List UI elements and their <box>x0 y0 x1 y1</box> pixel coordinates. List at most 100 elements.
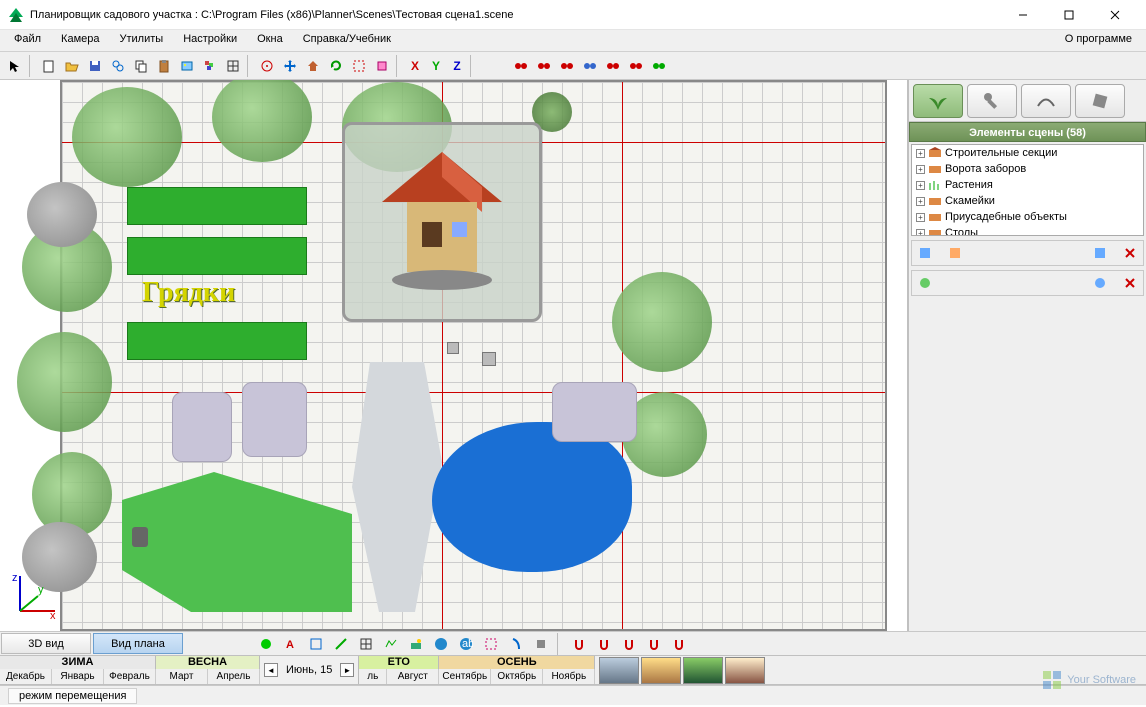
season-summer: ЕТО <box>359 656 439 669</box>
expand-icon[interactable]: + <box>916 181 925 190</box>
season-timeline[interactable]: ЗИМА Декабрь Январь Февраль ВЕСНА Март А… <box>0 655 1146 685</box>
tab-objects-icon[interactable] <box>1075 84 1125 118</box>
home-icon[interactable] <box>302 55 324 77</box>
month[interactable]: Ноябрь <box>543 669 595 684</box>
bottom-icon[interactable] <box>305 633 327 655</box>
month[interactable]: Январь <box>52 669 104 684</box>
copy-icon[interactable] <box>130 55 152 77</box>
tool-icon[interactable] <box>371 55 393 77</box>
view-plan-tab[interactable]: Вид плана <box>93 633 183 654</box>
month[interactable]: Март <box>156 669 208 684</box>
bottom-icon[interactable] <box>355 633 377 655</box>
design-canvas[interactable]: Грядки x <box>0 80 908 631</box>
bottom-icon[interactable] <box>405 633 427 655</box>
tab-shapes-icon[interactable] <box>1021 84 1071 118</box>
close-button[interactable] <box>1092 0 1138 30</box>
panel-btn-1[interactable] <box>914 242 936 264</box>
magnet-icon[interactable] <box>568 633 590 655</box>
magnet-icon[interactable] <box>668 633 690 655</box>
month[interactable]: Август <box>387 669 439 684</box>
bottom-icon[interactable] <box>255 633 277 655</box>
expand-icon[interactable]: + <box>916 165 925 174</box>
watermark: Your Software <box>1041 669 1136 691</box>
menu-camera[interactable]: Камера <box>51 30 109 51</box>
move-icon[interactable] <box>279 55 301 77</box>
magnet-icon[interactable] <box>618 633 640 655</box>
bottom-icon[interactable]: A <box>280 633 302 655</box>
thumb[interactable] <box>725 657 765 684</box>
bottom-icon[interactable] <box>480 633 502 655</box>
season-winter: ЗИМА <box>0 656 156 669</box>
menu-utilities[interactable]: Утилиты <box>110 30 174 51</box>
expand-icon[interactable]: + <box>916 149 925 158</box>
target-icon[interactable] <box>256 55 278 77</box>
visibility-icon-7[interactable] <box>648 55 670 77</box>
bottom-icon[interactable]: abc <box>455 633 477 655</box>
image-icon[interactable] <box>176 55 198 77</box>
app-icon <box>8 7 24 23</box>
axis-z-button[interactable]: Z <box>447 56 467 76</box>
panel-delete-icon[interactable] <box>1119 242 1141 264</box>
month[interactable]: Февраль <box>104 669 156 684</box>
expand-icon[interactable]: + <box>916 229 925 237</box>
menu-settings[interactable]: Настройки <box>173 30 247 51</box>
tab-tools-icon[interactable] <box>967 84 1017 118</box>
save-icon[interactable] <box>84 55 106 77</box>
thumb[interactable] <box>599 657 639 684</box>
visibility-icon-1[interactable] <box>510 55 532 77</box>
tree-item: +Ворота заборов <box>912 161 1143 177</box>
bottom-icon[interactable] <box>505 633 527 655</box>
grid-icon[interactable] <box>222 55 244 77</box>
bottom-icon[interactable] <box>530 633 552 655</box>
tab-plants-icon[interactable] <box>913 84 963 118</box>
month[interactable]: Апрель <box>208 669 260 684</box>
visibility-icon-6[interactable] <box>625 55 647 77</box>
pointer-icon[interactable] <box>4 55 26 77</box>
thumb[interactable] <box>683 657 723 684</box>
thumb[interactable] <box>641 657 681 684</box>
month[interactable]: Декабрь <box>0 669 52 684</box>
panel-btn-5[interactable] <box>1089 272 1111 294</box>
visibility-icon-3[interactable] <box>556 55 578 77</box>
bottom-icon[interactable] <box>380 633 402 655</box>
month[interactable]: Октябрь <box>491 669 543 684</box>
refresh-icon[interactable] <box>325 55 347 77</box>
magnet-icon[interactable] <box>593 633 615 655</box>
open-icon[interactable] <box>61 55 83 77</box>
season-thumbnails <box>595 656 769 684</box>
scene-tree[interactable]: +Строительные секции +Ворота заборов +Ра… <box>911 144 1144 236</box>
date-next-icon[interactable]: ► <box>340 663 354 677</box>
menu-windows[interactable]: Окна <box>247 30 293 51</box>
expand-icon[interactable]: + <box>916 213 925 222</box>
link-icon[interactable] <box>107 55 129 77</box>
panel-delete-icon-2[interactable] <box>1119 272 1141 294</box>
date-prev-icon[interactable]: ◄ <box>264 663 278 677</box>
menu-help[interactable]: Справка/Учебник <box>293 30 401 51</box>
month[interactable]: ль <box>359 669 387 684</box>
layers-icon[interactable] <box>199 55 221 77</box>
visibility-icon-2[interactable] <box>533 55 555 77</box>
menu-file[interactable]: Файл <box>4 30 51 51</box>
view-3d-tab[interactable]: 3D вид <box>1 633 91 654</box>
expand-icon[interactable]: + <box>916 197 925 206</box>
fit-icon[interactable] <box>348 55 370 77</box>
panel-btn-2[interactable] <box>944 242 966 264</box>
visibility-icon-5[interactable] <box>602 55 624 77</box>
maximize-button[interactable] <box>1046 0 1092 30</box>
menu-about[interactable]: О программе <box>1055 30 1142 51</box>
bottom-icon[interactable] <box>430 633 452 655</box>
new-icon[interactable] <box>38 55 60 77</box>
date-selector[interactable]: ◄ Июнь, 15 ► <box>260 656 359 684</box>
bottom-icon[interactable] <box>330 633 352 655</box>
axis-x-button[interactable]: X <box>405 56 425 76</box>
visibility-icon-4[interactable] <box>579 55 601 77</box>
axis-y-button[interactable]: Y <box>426 56 446 76</box>
panel-btn-4[interactable] <box>914 272 936 294</box>
panel-btn-3[interactable] <box>1089 242 1111 264</box>
magnet-icon[interactable] <box>643 633 665 655</box>
month[interactable]: Сентябрь <box>439 669 491 684</box>
minimize-button[interactable] <box>1000 0 1046 30</box>
paste-icon[interactable] <box>153 55 175 77</box>
season-autumn: ОСЕНЬ <box>439 656 595 669</box>
tree-item: +Столы <box>912 225 1143 236</box>
